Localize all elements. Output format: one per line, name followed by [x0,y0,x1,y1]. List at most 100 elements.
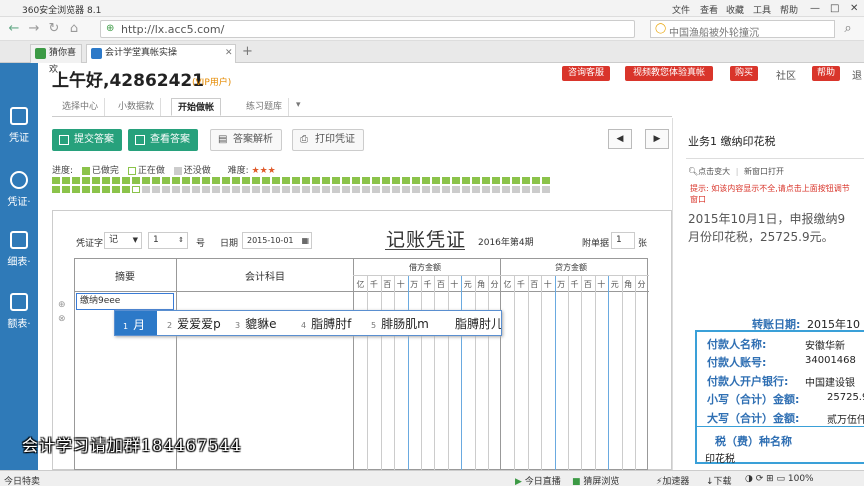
menu-tools[interactable]: 工具 [753,3,771,16]
progress-grid[interactable] [52,177,550,195]
progress-cell[interactable] [262,186,270,193]
sidebar-item-detail[interactable]: 细表· [0,231,38,268]
progress-cell[interactable] [542,186,550,193]
progress-cell[interactable] [512,186,520,193]
progress-cell[interactable] [382,186,390,193]
progress-cell[interactable] [472,186,480,193]
progress-cell[interactable] [332,177,340,184]
progress-cell[interactable] [512,177,520,184]
attach-input[interactable]: 1 [611,232,635,249]
next-button[interactable]: ▶ [645,129,669,149]
zoom-icon[interactable]: 🔍︎ [688,167,698,176]
minimize-icon[interactable]: — [810,3,820,14]
progress-cell[interactable] [272,186,280,193]
menu-view[interactable]: 查看 [700,3,718,16]
help-button[interactable]: 帮助 [812,66,840,81]
forward-icon[interactable]: → [26,21,42,37]
exit-link[interactable]: 退 [852,67,862,82]
progress-cell[interactable] [62,186,70,193]
progress-cell[interactable] [502,186,510,193]
search-icon[interactable]: ⌕ [840,21,856,37]
progress-cell[interactable] [162,177,170,184]
progress-cell[interactable] [342,186,350,193]
progress-cell[interactable] [152,186,160,193]
menu-help[interactable]: 帮助 [780,3,798,16]
progress-cell[interactable] [172,186,180,193]
menu-file[interactable]: 文件 [672,3,690,16]
progress-cell[interactable] [302,177,310,184]
search-input[interactable]: ◯ 中国渔船被外轮撞沉 [650,20,835,39]
status-live[interactable]: ▶ 今日直播 [515,474,561,487]
status-accelerator[interactable]: ⚡加速器 [656,474,689,487]
date-input[interactable]: 2015-10-01 ▦ [242,232,312,249]
progress-cell[interactable] [102,186,110,193]
progress-cell[interactable] [322,186,330,193]
view-answer-button[interactable]: 查看答案 [128,129,198,151]
progress-cell[interactable] [482,186,490,193]
status-deals[interactable]: 今日特卖 [4,474,40,487]
summary-input[interactable]: 缴纳9eee [76,293,174,310]
menu-favorites[interactable]: 收藏 [726,3,744,16]
progress-cell[interactable] [272,177,280,184]
subtab-selection-center[interactable]: 选择中心 [56,98,106,116]
progress-cell[interactable] [182,177,190,184]
progress-cell[interactable] [382,177,390,184]
progress-cell[interactable] [72,177,80,184]
new-window-link[interactable]: 新窗口打开 [744,167,784,176]
remove-row-icon[interactable]: ⊗ [58,314,66,324]
progress-cell[interactable] [162,186,170,193]
progress-cell[interactable] [492,177,500,184]
progress-cell[interactable] [192,186,200,193]
progress-cell[interactable] [232,186,240,193]
voucher-number-stepper[interactable]: 1 ⇕ [148,232,188,249]
calendar-icon[interactable]: ▦ [301,233,309,248]
progress-cell[interactable] [92,177,100,184]
progress-cell[interactable] [532,177,540,184]
tab-close-icon[interactable]: ✕ [225,45,233,62]
progress-cell[interactable] [322,177,330,184]
voucher-type-select[interactable]: 记 ▼ [104,232,142,249]
progress-cell[interactable] [452,186,460,193]
progress-cell[interactable] [452,177,460,184]
progress-cell[interactable] [72,186,80,193]
progress-cell[interactable] [232,177,240,184]
progress-cell[interactable] [202,186,210,193]
status-download[interactable]: ↓下载 [706,474,732,487]
sidebar-item-voucher[interactable]: 凭证 [0,107,38,144]
subtab-exercises[interactable]: 练习题库 [240,98,290,116]
progress-cell[interactable] [112,186,120,193]
progress-cell[interactable] [252,186,260,193]
tab-guess[interactable]: 猜你喜欢 [30,44,82,75]
progress-cell[interactable] [432,186,440,193]
progress-cell[interactable] [352,186,360,193]
progress-cell[interactable] [432,177,440,184]
progress-cell[interactable] [392,177,400,184]
progress-cell[interactable] [532,186,540,193]
submit-answer-button[interactable]: 提交答案 [52,129,122,151]
zoom-link[interactable]: 点击变大 [698,167,730,176]
customer-service-button[interactable]: 咨询客服 [562,66,610,81]
progress-cell[interactable] [152,177,160,184]
progress-cell[interactable] [362,186,370,193]
progress-cell[interactable] [462,177,470,184]
sidebar-item-balance[interactable]: 额表· [0,293,38,330]
progress-cell[interactable] [482,177,490,184]
progress-cell[interactable] [182,186,190,193]
subtab-data[interactable]: 小数据款 [112,98,162,116]
close-icon[interactable]: ✕ [850,3,858,14]
progress-cell[interactable] [242,186,250,193]
ime-candidate-5[interactable]: 5 腓肠肌m [371,315,429,332]
add-row-icon[interactable]: ⊕ [58,300,66,310]
ime-candidate-6[interactable]: 脂膊肘儿 [455,315,501,332]
progress-cell[interactable] [342,177,350,184]
progress-cell[interactable] [132,177,140,184]
progress-cell[interactable] [282,177,290,184]
progress-cell[interactable] [522,177,530,184]
back-icon[interactable]: ← [6,21,22,37]
progress-cell[interactable] [302,186,310,193]
progress-cell[interactable] [52,186,60,193]
progress-cell[interactable] [312,177,320,184]
progress-cell[interactable] [222,177,230,184]
progress-cell[interactable] [112,177,120,184]
progress-cell[interactable] [122,177,130,184]
